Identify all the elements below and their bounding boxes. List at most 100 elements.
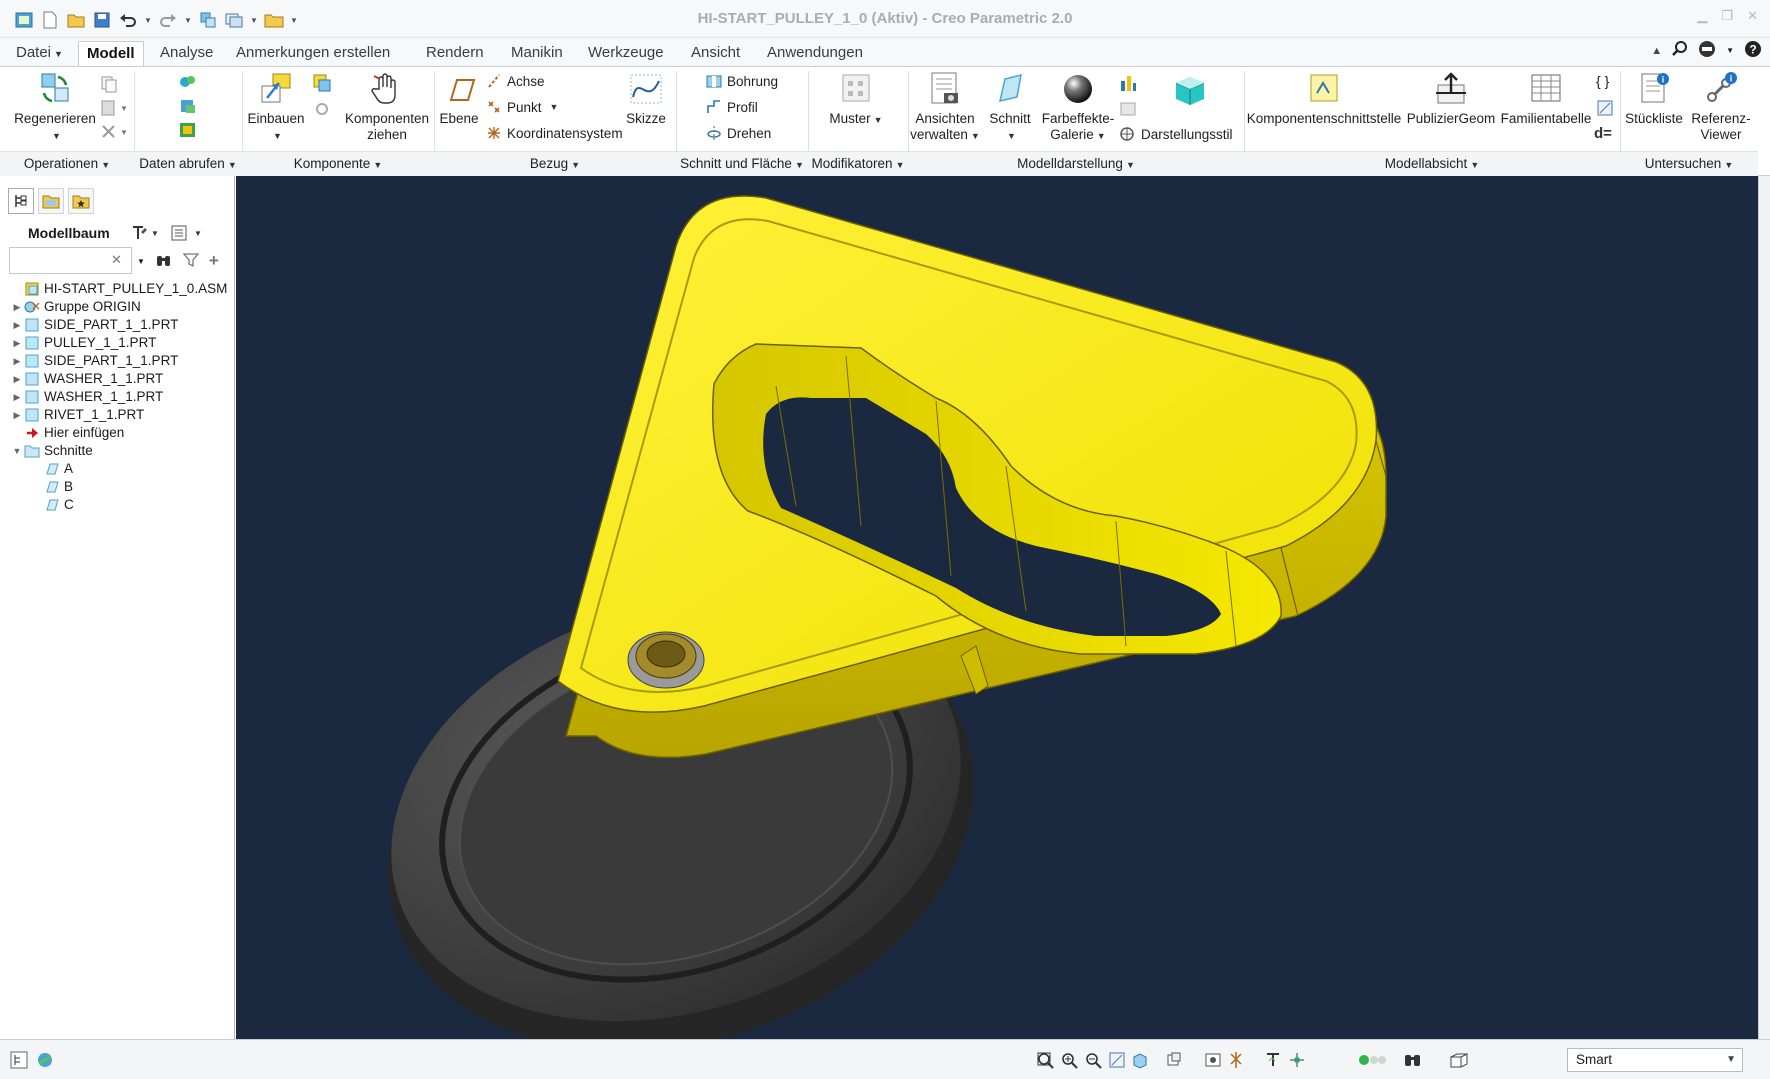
tab-manikin[interactable]: Manikin	[503, 41, 571, 66]
tree-row-part[interactable]: ▶ WASHER_1_1.PRT	[10, 388, 230, 406]
tab-anmerkungen[interactable]: Anmerkungen erstellen	[228, 41, 398, 66]
d-equals-icon[interactable]: d=	[1594, 125, 1612, 142]
app-logo-icon[interactable]	[14, 10, 34, 30]
tree-row-part[interactable]: ▶ WASHER_1_1.PRT	[10, 370, 230, 388]
expand-icon[interactable]: ▶	[10, 370, 24, 388]
group-daten-abrufen[interactable]: Daten abrufen ▼	[134, 151, 242, 176]
display-style-small-icon-1[interactable]	[1118, 73, 1138, 96]
component-interface-button[interactable]: Komponentenschnittstelle	[1246, 71, 1402, 127]
find-icon[interactable]	[1400, 1051, 1426, 1069]
expand-icon[interactable]: ▶	[10, 406, 24, 424]
regenerate-small-icon[interactable]	[198, 10, 218, 30]
restore-icon[interactable]: ❐	[1721, 8, 1733, 24]
appearance-gallery-button[interactable]: Farbeffekte- Galerie ▼	[1040, 71, 1116, 144]
annotation-display-icon[interactable]	[1264, 1051, 1282, 1069]
expand-icon[interactable]: ▶	[10, 352, 24, 370]
clear-search-icon[interactable]: ✕	[111, 252, 122, 268]
point-button[interactable]: Punkt ▼	[486, 99, 558, 115]
user-defined-feature-icon[interactable]	[178, 121, 198, 142]
zoom-out-icon[interactable]	[1084, 1051, 1102, 1069]
copy-geometry-icon[interactable]	[178, 73, 198, 94]
windows-icon[interactable]	[224, 10, 244, 30]
model-render[interactable]	[236, 176, 1758, 1039]
display-style-button[interactable]: Darstellungsstil	[1118, 125, 1233, 143]
close-window-icon[interactable]	[264, 10, 284, 30]
tree-row-part[interactable]: ▶ PULLEY_1_1.PRT	[10, 334, 230, 352]
coordinate-system-button[interactable]: Koordinatensystem	[486, 125, 623, 141]
section-button[interactable]: Schnitt ▼	[984, 71, 1036, 144]
bill-of-materials-button[interactable]: i Stückliste	[1622, 71, 1686, 127]
add-column-icon[interactable]: +	[209, 251, 219, 271]
new-file-icon[interactable]	[40, 10, 60, 30]
open-file-icon[interactable]	[66, 10, 86, 30]
delete-icon[interactable]: ▼	[100, 123, 128, 144]
windows-dropdown-icon[interactable]: ▼	[250, 16, 258, 25]
vertical-scrollbar[interactable]	[1758, 176, 1770, 1039]
repeat-component-icon[interactable]	[312, 99, 332, 122]
pattern-button[interactable]: Muster ▼	[820, 71, 892, 128]
group-bezug[interactable]: Bezug ▼	[434, 151, 676, 176]
reference-viewer-button[interactable]: i Referenz- Viewer	[1688, 71, 1754, 143]
relations-icon[interactable]: { }	[1596, 73, 1609, 89]
help-dropdown-icon[interactable]: ▼	[1726, 46, 1734, 55]
group-schnitt-und-flaeche[interactable]: Schnitt und Fläche ▼	[676, 151, 808, 176]
axis-button[interactable]: Achse	[486, 73, 545, 89]
view-manager-icon[interactable]: ▼	[1166, 1051, 1184, 1069]
saved-orientations-icon[interactable]: ▼	[1132, 1051, 1150, 1069]
regenerate-button[interactable]: Regenerieren ▼	[14, 71, 96, 144]
tree-row-sections[interactable]: ▼ Schnitte	[10, 442, 230, 460]
toggle-browser-icon[interactable]	[36, 1051, 54, 1069]
minimize-ribbon-icon[interactable]: ▲	[1651, 45, 1662, 57]
redo-dropdown-icon[interactable]: ▼	[184, 16, 192, 25]
create-component-icon[interactable]	[312, 73, 332, 96]
group-untersuchen[interactable]: Untersuchen ▼	[1620, 151, 1758, 176]
display-style-small-icon-2[interactable]	[1118, 99, 1138, 122]
spin-center-icon[interactable]	[1288, 1051, 1306, 1069]
assemble-button[interactable]: Einbauen ▼	[244, 71, 308, 144]
group-modellabsicht[interactable]: Modellabsicht ▼	[1244, 151, 1620, 176]
group-modifikatoren[interactable]: Modifikatoren ▼	[808, 151, 908, 176]
tree-row-part[interactable]: ▶ RIVET_1_1.PRT	[10, 406, 230, 424]
tree-row-group-origin[interactable]: ▶ Gruppe ORIGIN	[10, 298, 230, 316]
group-komponente[interactable]: Komponente ▼	[242, 151, 434, 176]
customize-qat-icon[interactable]: ▼	[290, 16, 298, 25]
tree-row-section[interactable]: A	[10, 460, 230, 478]
expand-icon[interactable]: ▶	[10, 298, 24, 316]
tree-row-assembly[interactable]: HI-START_PULLEY_1_0.ASM	[10, 280, 230, 298]
tree-row-section[interactable]: B	[10, 478, 230, 496]
section-view-icon[interactable]	[1204, 1051, 1222, 1069]
search-icon[interactable]	[1672, 41, 1688, 60]
paste-icon[interactable]: ▼	[100, 99, 128, 120]
undo-icon[interactable]	[118, 10, 138, 30]
tree-row-section[interactable]: C	[10, 496, 230, 514]
tab-analyse[interactable]: Analyse	[152, 41, 221, 66]
expand-icon[interactable]: ▶	[10, 334, 24, 352]
tree-settings-icon[interactable]: ▼	[130, 224, 159, 250]
group-modelldarstellung[interactable]: Modelldarstellung ▼	[908, 151, 1244, 176]
select-box-icon[interactable]	[1446, 1051, 1472, 1069]
expand-icon[interactable]: ▶	[10, 316, 24, 334]
rivet-washer[interactable]	[627, 631, 705, 689]
communications-icon[interactable]	[1698, 40, 1716, 61]
group-operationen[interactable]: Operationen ▼	[0, 151, 134, 176]
show-options-icon[interactable]: ▼	[170, 224, 202, 250]
tab-modell[interactable]: Modell	[78, 41, 144, 66]
minimize-icon[interactable]: ▁	[1697, 8, 1707, 24]
publish-geometry-button[interactable]: PublizierGeom	[1404, 71, 1498, 127]
copy-icon[interactable]	[100, 75, 118, 96]
manage-views-button[interactable]: Ansichten verwalten ▼	[910, 71, 980, 144]
merge-icon[interactable]	[178, 97, 198, 118]
find-binoculars-icon[interactable]	[155, 252, 173, 271]
sketch-button[interactable]: Skizze	[618, 71, 674, 127]
revolve-button[interactable]: Drehen	[706, 125, 771, 141]
profile-button[interactable]: Profil	[706, 99, 758, 115]
close-icon[interactable]: ✕	[1747, 8, 1758, 24]
tree-row-part[interactable]: ▶ SIDE_PART_1_1.PRT	[10, 352, 230, 370]
tree-row-part[interactable]: ▶ SIDE_PART_1_1.PRT	[10, 316, 230, 334]
tree-row-insert-here[interactable]: Hier einfügen	[10, 424, 230, 442]
tab-anwendungen[interactable]: Anwendungen	[759, 41, 871, 66]
datum-display-icon[interactable]: ▼	[1228, 1051, 1246, 1069]
save-icon[interactable]	[92, 10, 112, 30]
search-dropdown-icon[interactable]: ▼	[137, 257, 145, 266]
expand-icon[interactable]: ▶	[10, 388, 24, 406]
